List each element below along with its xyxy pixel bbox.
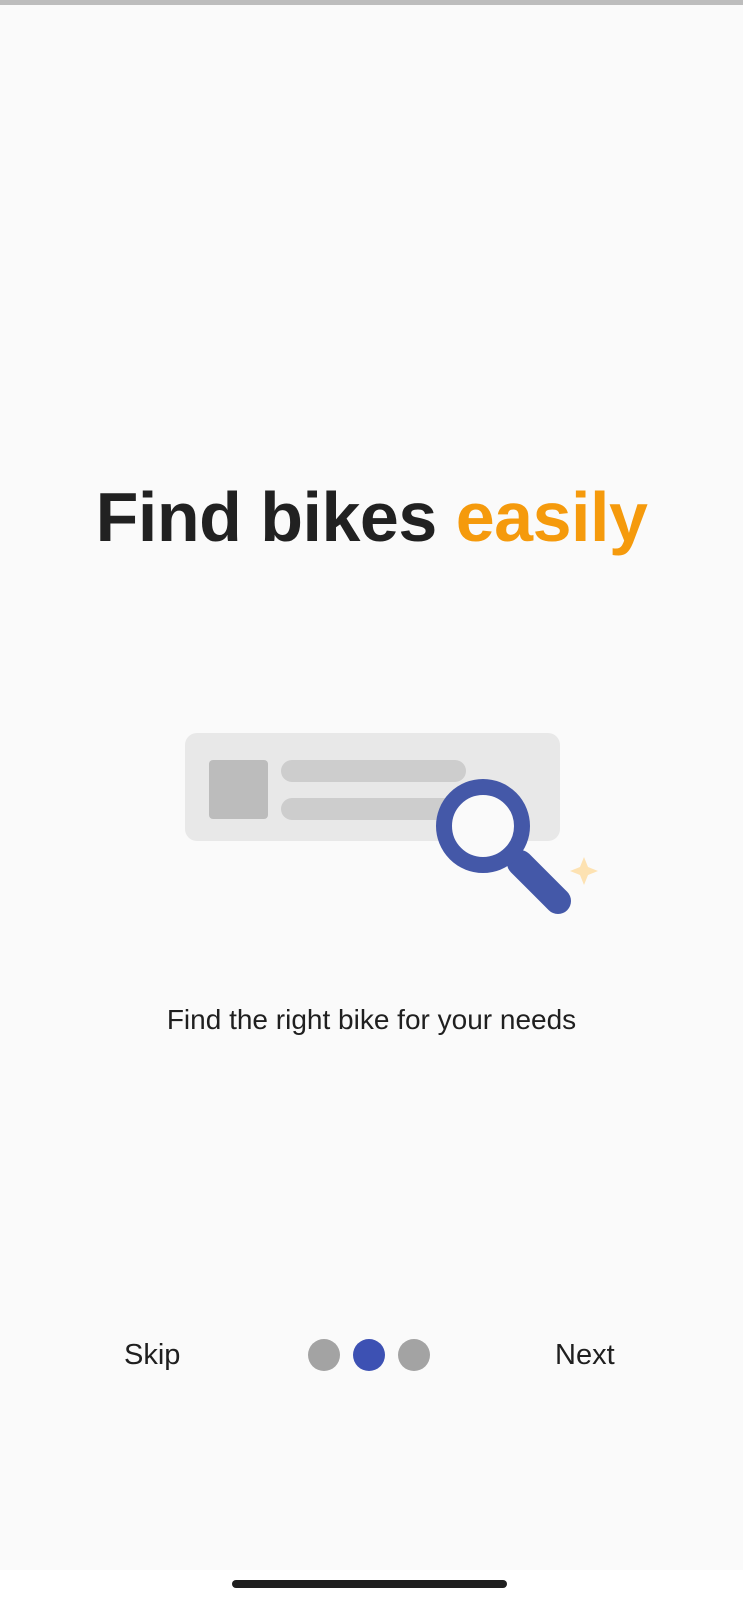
page-dot-3[interactable] xyxy=(398,1339,430,1371)
headline-main-text: Find bikes xyxy=(95,478,456,556)
page-indicator xyxy=(308,1339,430,1371)
onboarding-subtitle: Find the right bike for your needs xyxy=(166,1004,577,1035)
next-button[interactable]: Next xyxy=(555,1330,615,1380)
card-thumbnail xyxy=(209,760,268,819)
search-illustration xyxy=(180,728,600,928)
card-text-line-1 xyxy=(281,760,466,782)
sparkle-icon xyxy=(570,857,598,885)
skip-button[interactable]: Skip xyxy=(124,1330,180,1380)
headline-accent-text: easily xyxy=(455,478,648,556)
page-dot-1[interactable] xyxy=(308,1339,340,1371)
home-indicator[interactable] xyxy=(232,1580,507,1588)
onboarding-navigation: Skip Next xyxy=(0,1330,743,1380)
onboarding-headline: Find bikes easily xyxy=(0,472,743,562)
search-illustration-graphic xyxy=(185,733,598,914)
status-bar-strip xyxy=(0,0,743,5)
page-dot-2-active[interactable] xyxy=(353,1339,385,1371)
